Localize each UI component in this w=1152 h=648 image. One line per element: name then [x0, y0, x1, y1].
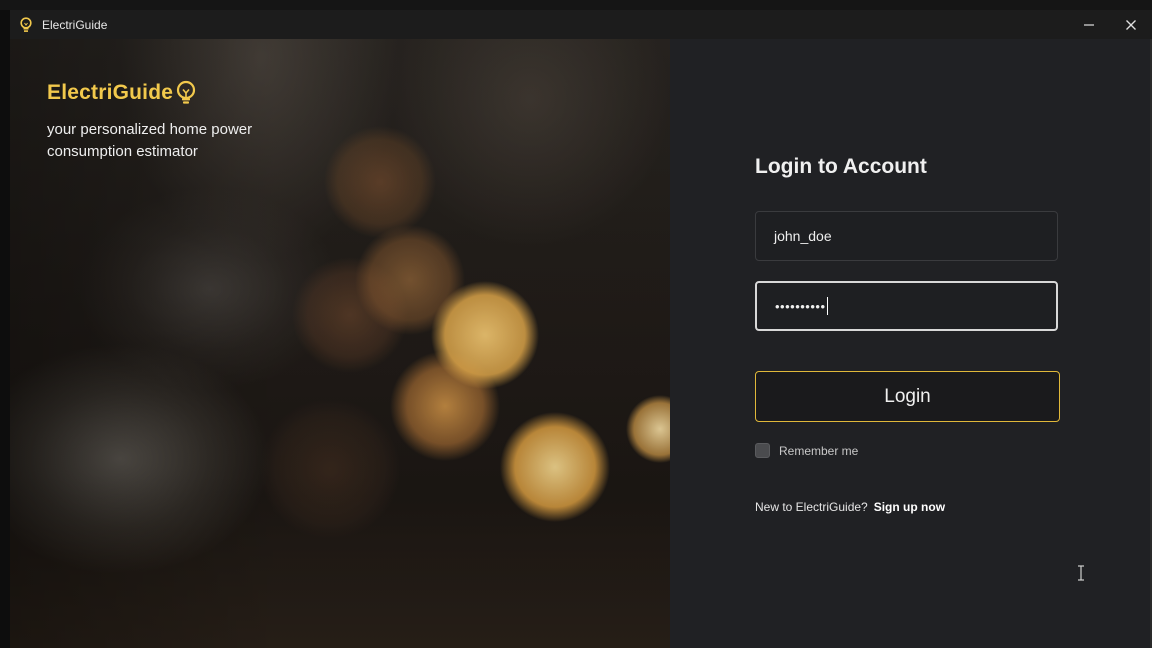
- username-input[interactable]: john_doe: [755, 211, 1058, 261]
- signup-prompt: New to ElectriGuide?: [755, 500, 868, 514]
- password-value: ••••••••••: [775, 298, 826, 314]
- title-bar[interactable]: ElectriGuide: [10, 10, 1152, 39]
- signup-row: New to ElectriGuide? Sign up now: [755, 500, 945, 514]
- tagline: your personalized home power consumption…: [47, 121, 253, 160]
- desktop-background: [0, 0, 1152, 10]
- login-button[interactable]: Login: [755, 371, 1060, 422]
- remember-me[interactable]: Remember me: [755, 443, 858, 458]
- close-icon: [1126, 19, 1136, 30]
- app-window: ElectriGuide ElectriGuide your personali…: [10, 10, 1152, 648]
- close-button[interactable]: [1110, 10, 1152, 39]
- remember-label: Remember me: [779, 443, 859, 458]
- username-value: john_doe: [774, 228, 832, 244]
- remember-checkbox[interactable]: [755, 443, 770, 458]
- window-title: ElectriGuide: [42, 17, 108, 32]
- lightbulb-icon: [175, 80, 197, 106]
- signup-link[interactable]: Sign up now: [874, 500, 945, 514]
- ibeam-cursor-icon: [1077, 565, 1085, 584]
- window-controls: [1068, 10, 1152, 39]
- password-input[interactable]: ••••••••••: [755, 281, 1084, 581]
- brand-logo: ElectriGuide: [47, 80, 197, 106]
- hero-image-panel: ElectriGuide your personalized home powe…: [10, 39, 670, 648]
- brand-name: ElectriGuide: [47, 81, 174, 104]
- minimize-button[interactable]: [1068, 10, 1110, 39]
- login-panel: Login to Account john_doe •••••••••• Log…: [670, 39, 1152, 648]
- login-title: Login to Account: [755, 155, 927, 178]
- app-lightbulb-icon: [18, 16, 34, 33]
- minimize-icon: [1084, 23, 1094, 26]
- text-caret: [826, 297, 828, 315]
